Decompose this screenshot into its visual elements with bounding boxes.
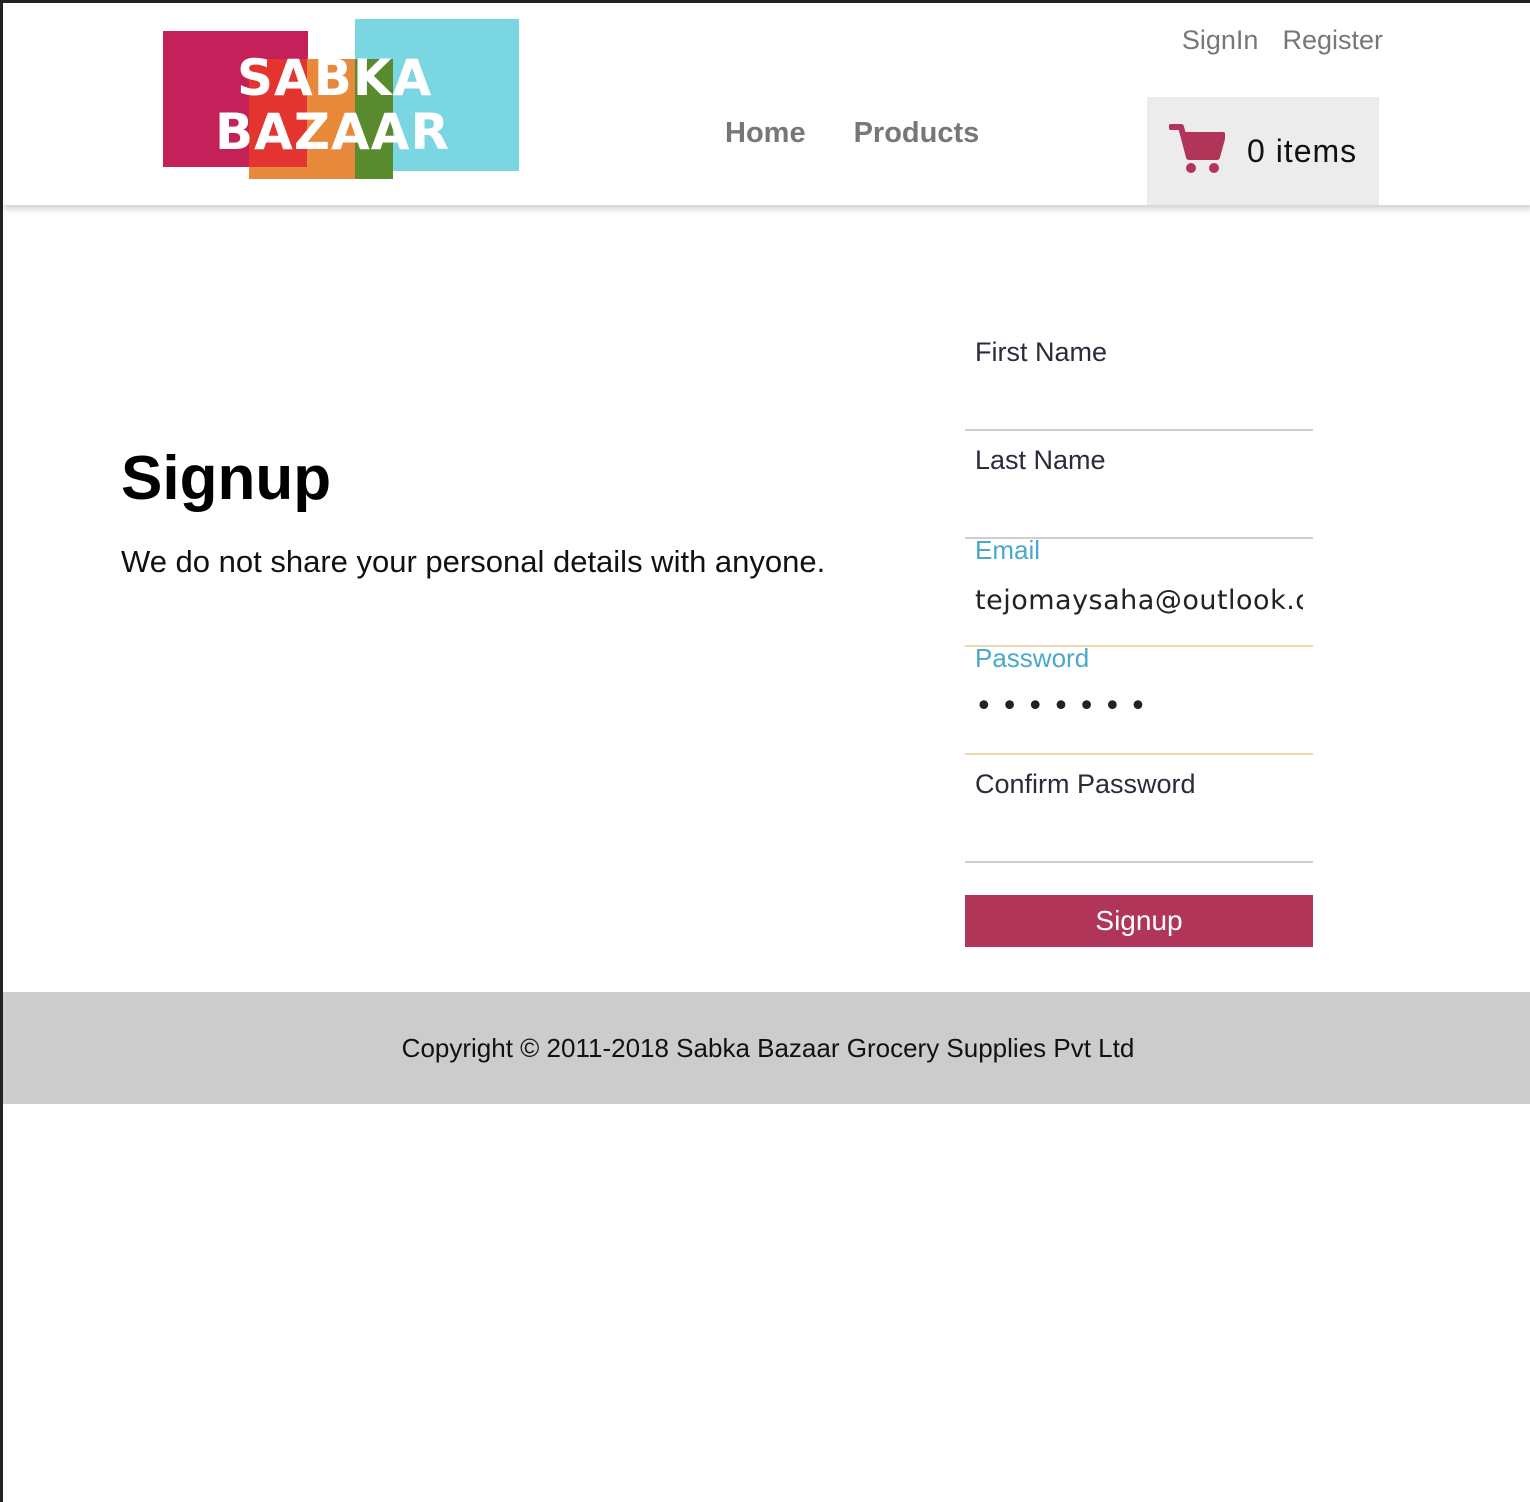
- email-value[interactable]: tejomaysaha@outlook.com: [975, 585, 1303, 616]
- sabka-bazaar-logo[interactable]: SABKA BAZAAR: [163, 19, 519, 181]
- nav-home[interactable]: Home: [725, 117, 806, 150]
- password-value[interactable]: •••••••: [975, 689, 1303, 724]
- signin-link[interactable]: SignIn: [1182, 25, 1259, 56]
- password-label: Password: [975, 643, 1090, 673]
- last-name-field[interactable]: Last Name: [965, 431, 1313, 539]
- first-name-label: First Name: [975, 337, 1108, 367]
- logo-text-line2: BAZAAR: [215, 103, 450, 161]
- confirm-password-label: Confirm Password: [975, 769, 1196, 799]
- signup-intro: Signup We do not share your personal det…: [121, 443, 825, 580]
- first-name-field[interactable]: First Name: [965, 323, 1313, 431]
- password-field[interactable]: Password •••••••: [965, 643, 1313, 755]
- confirm-password-field[interactable]: Confirm Password: [965, 755, 1313, 863]
- cart-button[interactable]: 0 items: [1147, 97, 1379, 205]
- page-title: Signup: [121, 444, 332, 513]
- register-link[interactable]: Register: [1282, 25, 1383, 56]
- email-field[interactable]: Email tejomaysaha@outlook.com: [965, 535, 1313, 647]
- signup-form: First Name Last Name Email tejomaysaha@o…: [965, 323, 1313, 947]
- account-links: SignIn Register: [1182, 25, 1383, 56]
- site-footer: Copyright © 2011-2018 Sabka Bazaar Groce…: [3, 992, 1530, 1104]
- logo-text-line1: SABKA: [237, 49, 433, 107]
- cart-item-count: 0 items: [1247, 132, 1358, 169]
- last-name-label: Last Name: [975, 445, 1106, 475]
- page-subtitle: We do not share your personal details wi…: [121, 544, 826, 579]
- copyright-text: Copyright © 2011-2018 Sabka Bazaar Groce…: [401, 1032, 1135, 1063]
- email-label: Email: [975, 535, 1041, 565]
- cart-icon: [1168, 123, 1226, 180]
- signup-button[interactable]: Signup: [965, 895, 1313, 947]
- nav-products[interactable]: Products: [854, 117, 980, 150]
- main-nav: Home Products: [725, 117, 979, 150]
- site-header: SABKA BAZAAR SignIn Register Home Produc…: [3, 3, 1530, 205]
